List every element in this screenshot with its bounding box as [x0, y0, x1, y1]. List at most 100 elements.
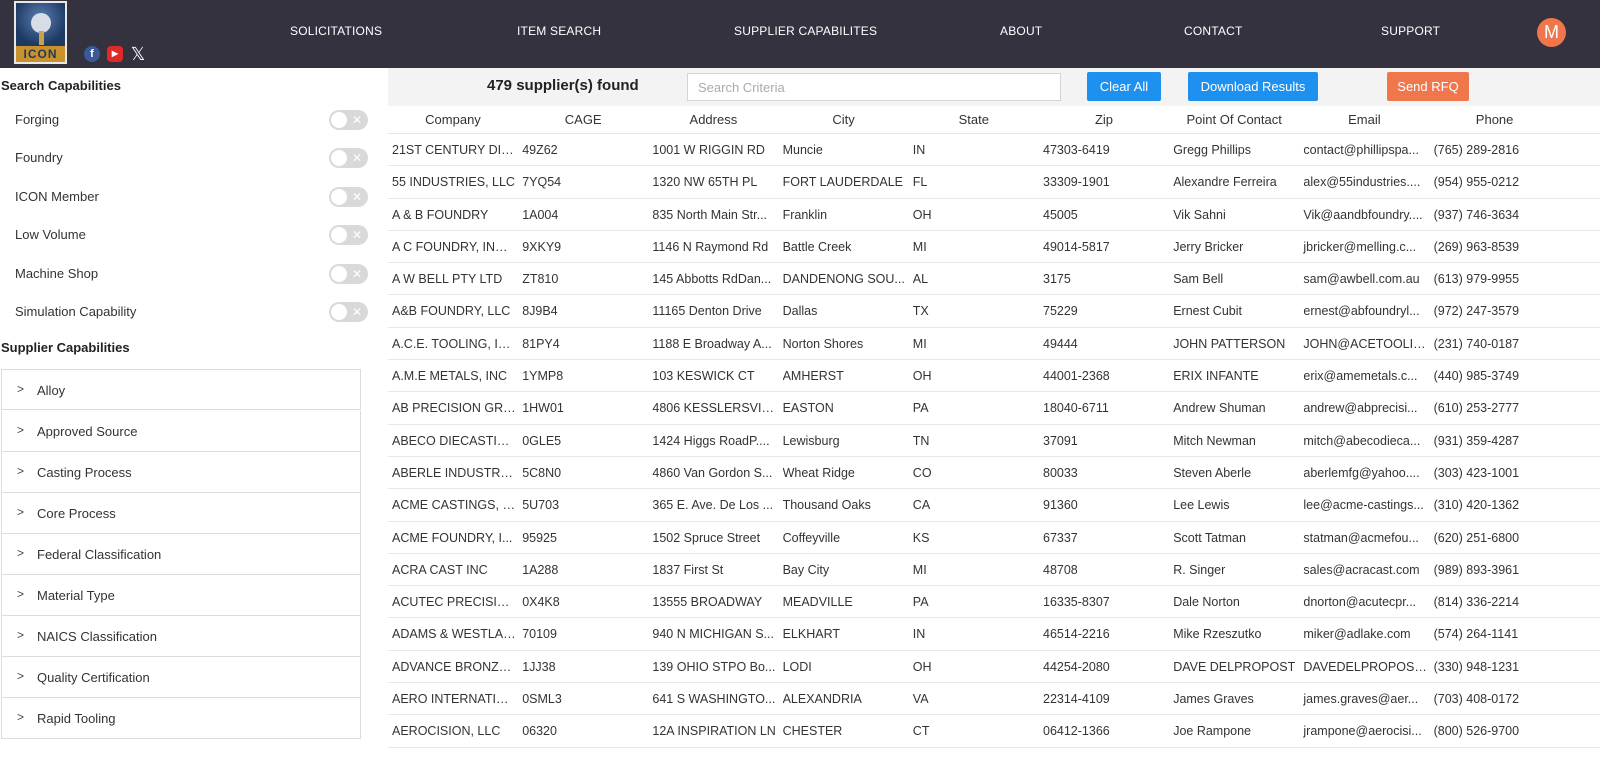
table-row[interactable]: ACRA CAST INC 1A288 1837 First St Bay City M…: [388, 554, 1600, 587]
table-row[interactable]: ABECO DIECASTIN... 0GLE5 1424 Higgs RoadP.…: [388, 425, 1600, 457]
table-row[interactable]: A.M.E METALS, INC 1YMP8 103 KESWICK CT AMHE…: [388, 360, 1600, 393]
simulation-capability-toggle[interactable]: ✕: [329, 302, 368, 322]
cell-zip: 46514-2216: [1043, 627, 1110, 642]
column-header-city[interactable]: City: [779, 112, 909, 127]
table-row[interactable]: AEROCISION, LLC 06320 12A INSPIRATION LN CH…: [388, 715, 1600, 748]
table-row[interactable]: AB PRECISION GRI... 1HW01 4806 KESSLERSVIL…: [388, 392, 1600, 425]
table-row[interactable]: A W BELL PTY LTD ZT810 145 Abbotts RdDan..…: [388, 263, 1600, 296]
nav-support[interactable]: SUPPORT: [1381, 24, 1440, 38]
accordion-quality-certification[interactable]: > Quality Certification: [1, 657, 361, 698]
accordion-approved-source[interactable]: > Approved Source: [1, 411, 361, 452]
low-volume-toggle[interactable]: ✕: [329, 225, 368, 245]
icon-logo[interactable]: ICON: [14, 1, 67, 64]
cell-phone: (972) 247-3579: [1433, 304, 1520, 319]
toggle-off-icon: ✕: [352, 228, 363, 242]
machine-shop-toggle[interactable]: ✕: [329, 264, 368, 284]
toggle-knob: [331, 304, 347, 320]
cell-email: aberlemfg@yahoo....: [1303, 465, 1420, 480]
cell-state: MI: [912, 336, 927, 351]
search-criteria-input[interactable]: [687, 73, 1061, 101]
logo-torch-icon: [39, 31, 44, 45]
nav-contact[interactable]: CONTACT: [1184, 24, 1243, 38]
column-header-state[interactable]: State: [909, 112, 1039, 127]
cell-point-of-contact: ERIX INFANTE: [1173, 369, 1259, 384]
table-row[interactable]: A & B FOUNDRY 1A004 835 North Main Str... F…: [388, 199, 1600, 231]
table-row[interactable]: ACUTEC PRECISION... 0X4K8 13555 BROADWAY ME…: [388, 586, 1600, 619]
chevron-right-icon: >: [17, 628, 25, 642]
cell-company: ACRA CAST INC: [392, 562, 488, 577]
cell-city: Dallas: [782, 304, 818, 319]
toggle-row-icon-member: ICON Member ✕: [15, 185, 370, 209]
column-header-phone[interactable]: Phone: [1430, 112, 1560, 127]
cell-company: A.M.E METALS, INC: [392, 369, 508, 384]
cell-city: MEADVILLE: [782, 595, 853, 610]
column-header-address[interactable]: Address: [648, 112, 778, 127]
cell-cage: 5C8N0: [522, 465, 562, 480]
filter-sidebar: Search Capabilities Forging ✕ Foundry ✕ …: [0, 68, 388, 757]
chevron-right-icon: >: [17, 669, 25, 683]
cell-zip: 91360: [1043, 498, 1078, 513]
table-row[interactable]: ACME FOUNDRY, I... 95925 1502 Spruce Stree…: [388, 522, 1600, 554]
nav-about[interactable]: ABOUT: [1000, 24, 1042, 38]
table-row[interactable]: A C FOUNDRY, INC.... 9XKY9 1146 N Raymond …: [388, 231, 1600, 264]
table-row[interactable]: ABERLE INDUSTRIA... 5C8N0 4860 Van Gordon …: [388, 457, 1600, 490]
cell-phone: (937) 746-3634: [1433, 207, 1520, 222]
cell-phone: (800) 526-9700: [1433, 724, 1520, 739]
cell-cage: 1A288: [522, 562, 559, 577]
table-row[interactable]: 21ST CENTURY DIE ... 49Z62 1001 W RIGGIN R…: [388, 134, 1600, 167]
forging-toggle[interactable]: ✕: [329, 110, 368, 130]
cell-city: CHESTER: [782, 724, 843, 739]
accordion-casting-process[interactable]: > Casting Process: [1, 452, 361, 493]
column-header-zip[interactable]: Zip: [1039, 112, 1169, 127]
table-row[interactable]: ADAMS & WESTLAK... 70109 940 N MICHIGAN S.…: [388, 618, 1600, 651]
accordion-alloy[interactable]: > Alloy: [1, 369, 361, 410]
table-row[interactable]: A&B FOUNDRY, LLC 8J9B4 11165 Denton Drive D…: [388, 295, 1600, 328]
cell-city: Muncie: [782, 143, 823, 157]
chevron-right-icon: >: [17, 546, 25, 560]
cell-phone: (231) 740-0187: [1433, 336, 1520, 351]
column-header-cage[interactable]: CAGE: [518, 112, 648, 127]
table-row[interactable]: 55 INDUSTRIES, LLC 7YQ54 1320 NW 65TH PL FO…: [388, 166, 1600, 199]
send-rfq-button[interactable]: Send RFQ: [1387, 72, 1469, 101]
table-row[interactable]: ACME CASTINGS, I... 5U703 365 E. Ave. De L…: [388, 489, 1600, 522]
clear-all-button[interactable]: Clear All: [1087, 72, 1161, 101]
table-row[interactable]: A.C.E. TOOLING, INC. 81PY4 1188 E Broadway…: [388, 328, 1600, 361]
cell-zip: 37091: [1043, 433, 1078, 448]
column-header-company[interactable]: Company: [388, 112, 518, 127]
cell-point-of-contact: Scott Tatman: [1173, 530, 1246, 545]
cell-city: DANDENONG SOU...: [782, 272, 905, 287]
cell-email: miker@adlake.com: [1303, 627, 1411, 642]
cell-address: 1424 Higgs RoadP....: [652, 433, 770, 448]
table-row[interactable]: ADVANCE BRONZE ... 1JJ38 139 OHIO STPO Bo.…: [388, 651, 1600, 684]
column-header-point-of-contact[interactable]: Point Of Contact: [1169, 112, 1299, 127]
nav-supplier-capabilities[interactable]: SUPPLIER CAPABILITES: [734, 24, 877, 38]
column-header-email[interactable]: Email: [1299, 112, 1429, 127]
cell-company: AEROCISION, LLC: [392, 724, 501, 739]
accordion-federal-classification[interactable]: > Federal Classification: [1, 534, 361, 575]
accordion-material-type[interactable]: > Material Type: [1, 575, 361, 616]
accordion-core-process[interactable]: > Core Process: [1, 493, 361, 534]
cell-address: 641 S WASHINGTO...: [652, 692, 776, 707]
cell-city: FORT LAUDERDALE: [782, 175, 903, 190]
icon-member-toggle[interactable]: ✕: [329, 187, 368, 207]
chevron-right-icon: >: [17, 464, 25, 478]
accordion-rapid-tooling[interactable]: > Rapid Tooling: [1, 698, 361, 739]
youtube-icon[interactable]: ▶: [107, 46, 123, 62]
cell-company: A & B FOUNDRY: [392, 207, 489, 222]
nav-solicitations[interactable]: SOLICITATIONS: [290, 24, 382, 38]
cell-cage: 1YMP8: [522, 369, 564, 384]
download-results-button[interactable]: Download Results: [1188, 72, 1318, 101]
foundry-toggle[interactable]: ✕: [329, 148, 368, 168]
cell-company: ABERLE INDUSTRIA...: [392, 465, 516, 480]
x-twitter-icon[interactable]: 𝕏: [130, 45, 146, 63]
accordion-label: Material Type: [37, 588, 115, 603]
cell-company: ACME FOUNDRY, I...: [392, 530, 513, 545]
cell-company: 21ST CENTURY DIE ...: [392, 143, 516, 157]
user-avatar[interactable]: M: [1537, 18, 1566, 47]
nav-item-search[interactable]: ITEM SEARCH: [517, 24, 601, 38]
facebook-icon[interactable]: f: [84, 46, 100, 62]
accordion-naics-classification[interactable]: > NAICS Classification: [1, 616, 361, 657]
toggle-label: Low Volume: [15, 227, 86, 242]
cell-point-of-contact: Jerry Bricker: [1173, 239, 1244, 254]
table-row[interactable]: AERO INTERNATIO... 0SML3 641 S WASHINGTO..…: [388, 683, 1600, 716]
